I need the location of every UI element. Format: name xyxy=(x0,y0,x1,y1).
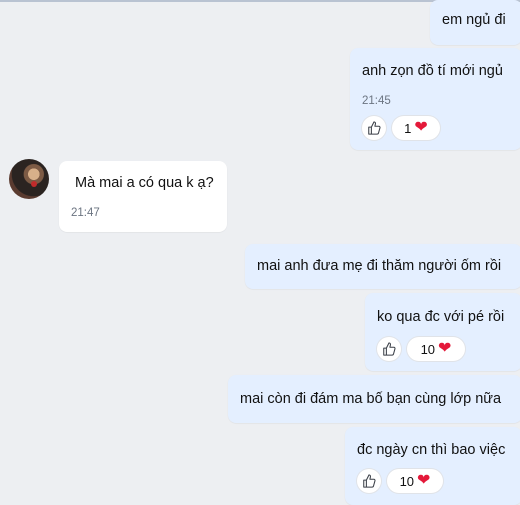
message-text: Mà mai a có qua k ạ? xyxy=(75,175,214,191)
message-text: ko qua đc với pé rồi xyxy=(377,309,505,325)
reaction-badge[interactable]: 1 ❤ xyxy=(392,116,440,140)
sent-message[interactable]: anh zọn đồ tí mới ngủ 21:45 1 ❤ xyxy=(350,48,520,150)
sent-message[interactable]: em ngủ đi xyxy=(430,0,520,45)
thumbs-up-icon xyxy=(363,474,376,488)
reaction-count: 1 xyxy=(404,120,412,136)
heart-icon: ❤ xyxy=(414,119,428,136)
sent-message[interactable]: ko qua đc với pé rồi 10 ❤ xyxy=(365,293,520,371)
sent-message[interactable]: mai anh đưa mẹ đi thăm người ốm rồi xyxy=(245,244,520,289)
like-button[interactable] xyxy=(357,469,381,493)
thumbs-up-icon xyxy=(368,121,381,135)
reaction-count: 10 xyxy=(399,473,415,489)
reaction-count: 10 xyxy=(420,341,436,357)
like-button[interactable] xyxy=(362,116,386,140)
sent-message[interactable]: mai còn đi đám ma bố bạn cùng lớp nữa xyxy=(228,375,520,423)
message-text: đc ngày cn thì bao việc xyxy=(357,442,506,458)
sent-message[interactable]: đc ngày cn thì bao việc 10 ❤ xyxy=(345,427,520,505)
reaction-badge[interactable]: 10 ❤ xyxy=(387,469,443,493)
message-text: mai còn đi đám ma bố bạn cùng lớp nữa xyxy=(240,391,502,407)
message-time: 21:45 xyxy=(362,95,391,107)
thumbs-up-icon xyxy=(383,342,396,356)
heart-icon: ❤ xyxy=(438,340,452,357)
message-time: 21:47 xyxy=(71,207,100,219)
contact-avatar[interactable] xyxy=(9,159,49,199)
like-button[interactable] xyxy=(377,337,401,361)
message-text: em ngủ đi xyxy=(442,12,506,28)
message-text: anh zọn đồ tí mới ngủ xyxy=(362,63,503,79)
received-message[interactable]: Mà mai a có qua k ạ? 21:47 xyxy=(59,161,227,232)
heart-icon: ❤ xyxy=(417,472,431,489)
message-text: mai anh đưa mẹ đi thăm người ốm rồi xyxy=(257,258,502,274)
reaction-badge[interactable]: 10 ❤ xyxy=(407,337,465,361)
